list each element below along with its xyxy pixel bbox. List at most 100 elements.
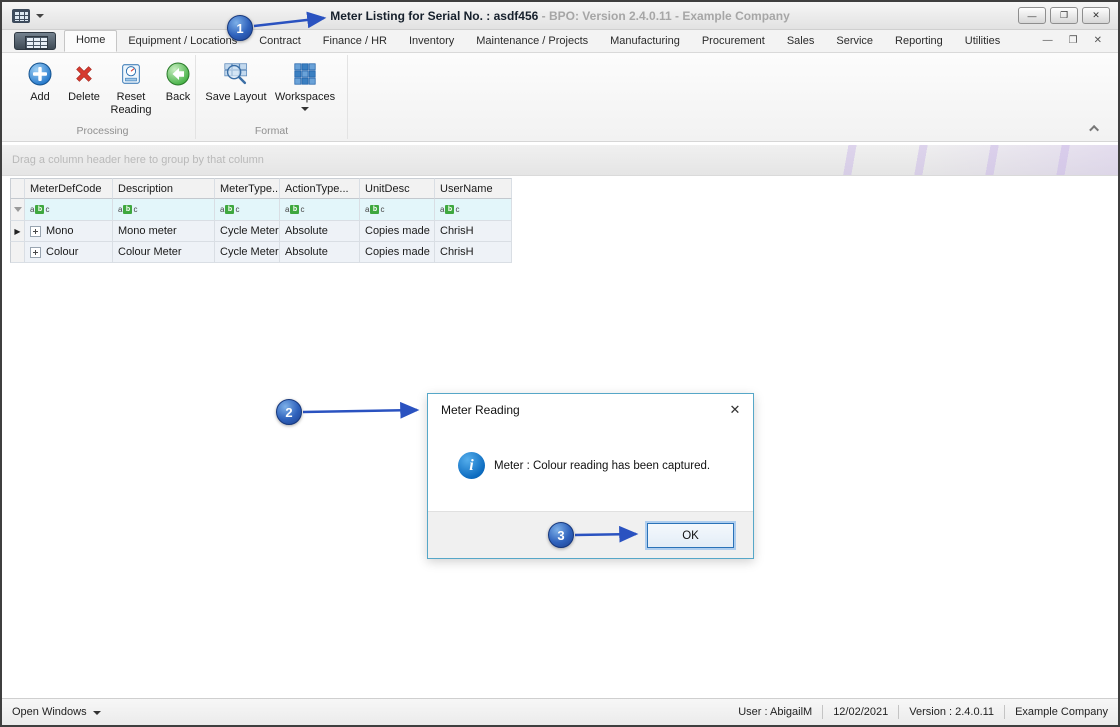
tab-contract[interactable]: Contract <box>248 31 312 52</box>
status-company: Example Company <box>1015 706 1108 718</box>
cell-metertype[interactable]: Cycle Meter <box>215 242 280 263</box>
workspaces-icon <box>290 59 320 89</box>
back-button-label: Back <box>165 91 191 103</box>
cell-username[interactable]: ChrisH <box>435 221 512 242</box>
annotation-balloon-1: 1 <box>227 15 253 41</box>
column-header-description[interactable]: Description <box>113 178 215 199</box>
status-user: User : AbigailM <box>738 706 813 718</box>
table-row[interactable]: ▶ Mono Mono meter Cycle Meter Absolute C… <box>10 221 512 242</box>
cell-username[interactable]: ChrisH <box>435 242 512 263</box>
group-caption-processing: Processing <box>76 125 129 137</box>
cell-unitdesc[interactable]: Copies made <box>360 221 435 242</box>
dialog-close-button[interactable]: ✕ <box>726 401 744 419</box>
statusbar: Open Windows User : AbigailM 12/02/2021 … <box>2 698 1118 725</box>
delete-button-label: Delete <box>68 91 100 103</box>
tab-sales[interactable]: Sales <box>776 31 826 52</box>
save-layout-button[interactable]: Save Layout <box>204 59 268 104</box>
status-date: 12/02/2021 <box>833 706 889 718</box>
back-button[interactable]: Back <box>158 59 198 104</box>
mdi-controls: — ❐ ✕ <box>1043 35 1118 52</box>
tab-service[interactable]: Service <box>825 31 884 52</box>
expand-icon[interactable] <box>30 246 41 258</box>
row-indicator-header <box>10 178 25 199</box>
mdi-close-button[interactable]: ✕ <box>1094 35 1102 46</box>
column-header-unitdesc[interactable]: UnitDesc <box>360 178 435 199</box>
groupbar-decoration <box>818 145 1118 175</box>
maximize-button[interactable]: ❐ <box>1050 7 1078 24</box>
filter-cell-description[interactable]: abc <box>113 199 215 221</box>
open-windows-dropdown[interactable]: Open Windows <box>12 706 101 718</box>
filter-cell-metertype[interactable]: abc <box>215 199 280 221</box>
tab-finance-hr[interactable]: Finance / HR <box>312 31 398 52</box>
tab-manufacturing[interactable]: Manufacturing <box>599 31 691 52</box>
filter-letter: b <box>225 205 235 214</box>
window-title-suffix: - BPO: Version 2.4.0.11 - Example Compan… <box>538 9 790 23</box>
abc-filter-icon: abc <box>365 205 384 214</box>
annotation-balloon-2: 2 <box>276 399 302 425</box>
expand-icon[interactable] <box>30 225 41 237</box>
filter-letter: b <box>370 205 380 214</box>
cell-text: Colour <box>46 246 79 258</box>
cell-actiontype[interactable]: Absolute <box>280 221 360 242</box>
chevron-up-icon <box>1088 124 1099 135</box>
filter-letter: a <box>220 204 225 214</box>
group-by-bar: Drag a column header here to group by th… <box>2 145 1118 176</box>
filter-cell-meterdefcode[interactable]: abc <box>25 199 113 221</box>
tab-maintenance-projects[interactable]: Maintenance / Projects <box>465 31 599 52</box>
cell-actiontype[interactable]: Absolute <box>280 242 360 263</box>
filter-letter: a <box>285 204 290 214</box>
filter-cell-unitdesc[interactable]: abc <box>360 199 435 221</box>
open-windows-caret-icon <box>92 710 101 715</box>
filter-cell-username[interactable]: abc <box>435 199 512 221</box>
cell-meterdefcode[interactable]: Mono <box>25 221 113 242</box>
status-version: Version : 2.4.0.11 <box>909 706 995 718</box>
info-icon: i <box>458 452 485 479</box>
column-header-username[interactable]: UserName <box>435 178 512 199</box>
ribbon-collapse-button[interactable] <box>1086 121 1104 135</box>
window-title-main: Meter Listing for Serial No. : asdf456 <box>330 9 539 23</box>
column-header-actiontype[interactable]: ActionType... <box>280 178 360 199</box>
tab-reporting[interactable]: Reporting <box>884 31 954 52</box>
column-header-metertype[interactable]: MeterType... <box>215 178 280 199</box>
reset-reading-button-label: Reset Reading <box>110 91 152 116</box>
workspaces-button[interactable]: Workspaces <box>272 59 338 111</box>
row-indicator <box>10 242 25 263</box>
filter-letter: b <box>123 205 133 214</box>
status-separator <box>822 705 824 719</box>
column-header-meterdefcode[interactable]: MeterDefCode <box>25 178 113 199</box>
filter-letter: a <box>365 204 370 214</box>
cell-description[interactable]: Mono meter <box>113 221 215 242</box>
minimize-button[interactable]: — <box>1018 7 1046 24</box>
dialog-titlebar: Meter Reading ✕ <box>428 394 753 426</box>
cell-meterdefcode[interactable]: Colour <box>25 242 113 263</box>
cell-description[interactable]: Colour Meter <box>113 242 215 263</box>
workspaces-button-label: Workspaces <box>274 91 336 103</box>
delete-icon <box>69 59 99 89</box>
tab-utilities[interactable]: Utilities <box>954 31 1011 52</box>
tab-procurement[interactable]: Procurement <box>691 31 776 52</box>
tab-inventory[interactable]: Inventory <box>398 31 465 52</box>
filter-letter: c <box>45 204 50 214</box>
table-row[interactable]: Colour Colour Meter Cycle Meter Absolute… <box>10 242 512 263</box>
tab-home[interactable]: Home <box>64 30 118 52</box>
current-row-arrow-icon: ▶ <box>14 226 21 236</box>
reset-reading-button[interactable]: Reset Reading <box>106 59 156 116</box>
app-menu-button[interactable] <box>14 32 56 50</box>
ribbon-group-format: Save Layout Workspaces Format <box>196 55 348 139</box>
ribbon: Add Delete Reset Reading Back Processing… <box>2 53 1118 142</box>
ribbon-group-processing: Add Delete Reset Reading Back Processing <box>10 55 196 139</box>
open-windows-label: Open Windows <box>12 706 87 718</box>
cell-unitdesc[interactable]: Copies made <box>360 242 435 263</box>
group-caption-format: Format <box>254 125 289 137</box>
mdi-restore-button[interactable]: ❐ <box>1069 35 1078 46</box>
cell-metertype[interactable]: Cycle Meter <box>215 221 280 242</box>
row-indicator: ▶ <box>10 221 25 242</box>
filter-cell-actiontype[interactable]: abc <box>280 199 360 221</box>
ok-button[interactable]: OK <box>647 523 734 548</box>
add-button[interactable]: Add <box>18 59 62 104</box>
dialog-message: Meter : Colour reading has been captured… <box>494 459 711 472</box>
mdi-minimize-button[interactable]: — <box>1043 35 1053 46</box>
grid-filter-row: abc abc abc abc abc abc <box>10 199 512 221</box>
close-button[interactable]: ✕ <box>1082 7 1110 24</box>
delete-button[interactable]: Delete <box>62 59 106 104</box>
